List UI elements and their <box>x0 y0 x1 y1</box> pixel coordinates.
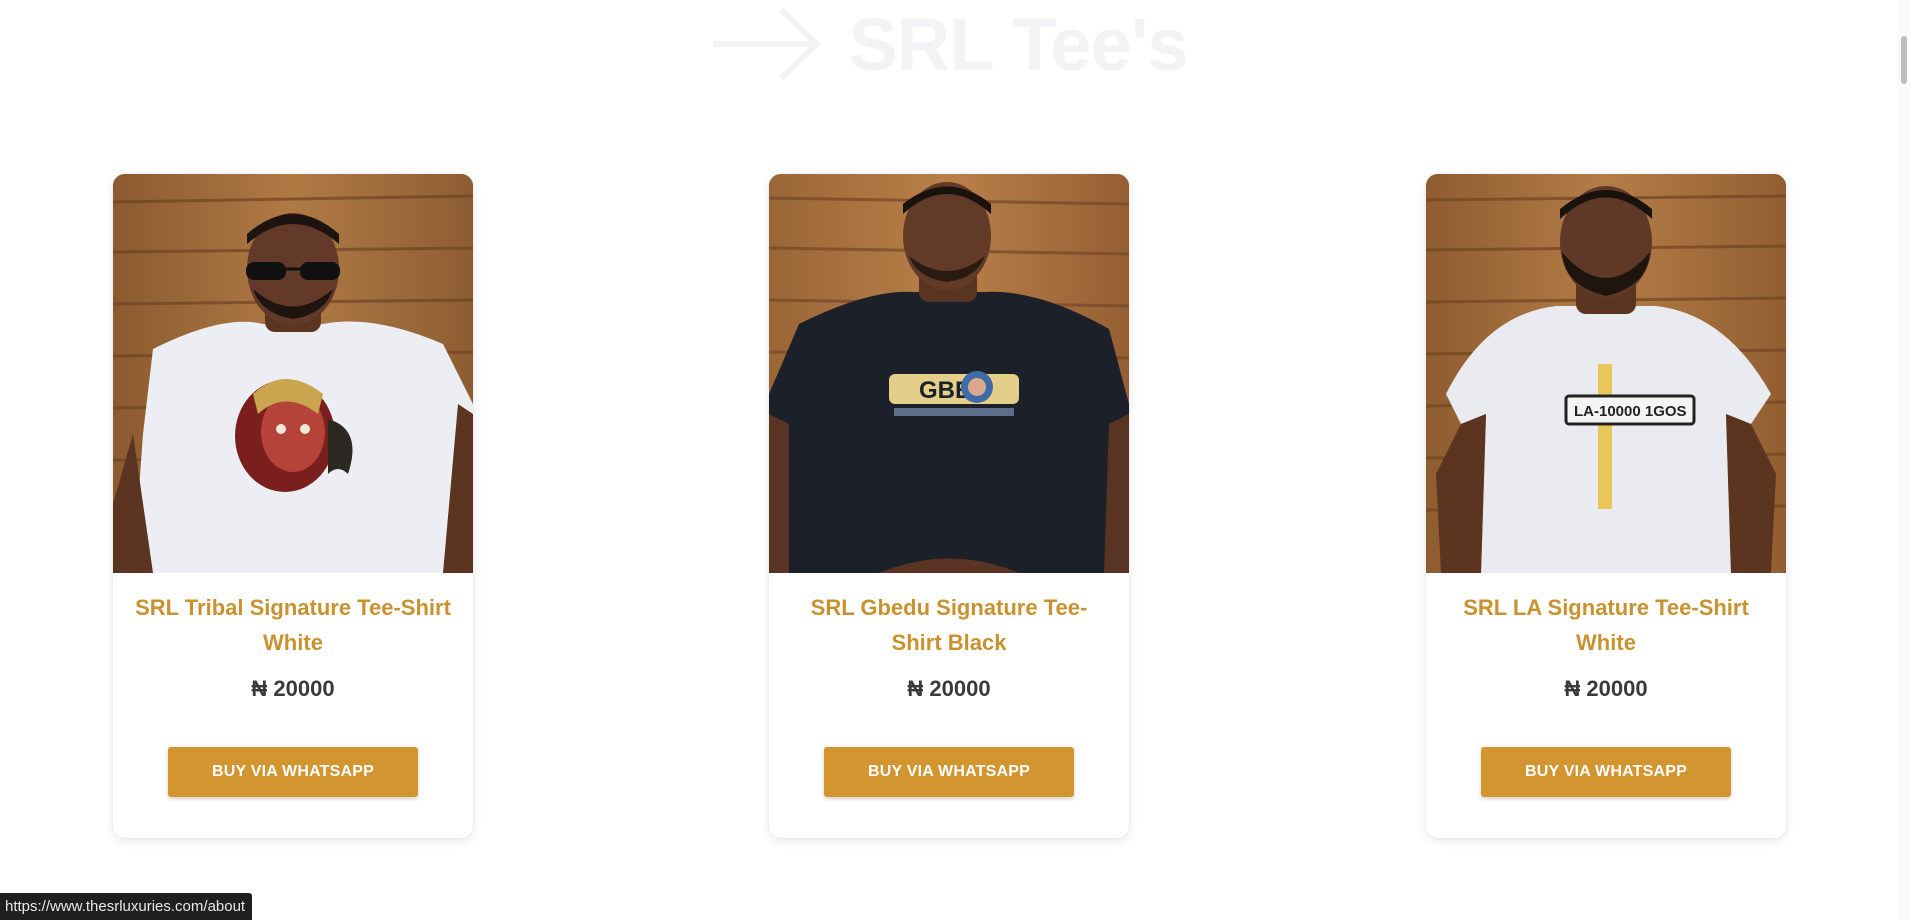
status-bar-url: https://www.thesrluxuries.com/about <box>0 893 253 920</box>
section-title: SRL Tee's <box>848 2 1189 86</box>
product-image[interactable]: GBE <box>769 174 1129 573</box>
product-card-tribal: SRL Tribal Signature Tee-Shirt White ₦ 2… <box>113 174 473 838</box>
scrollbar[interactable] <box>1898 0 1910 920</box>
product-card-la: LA-10000 1GOS SRL LA Signature Tee-Shirt… <box>1426 174 1786 838</box>
section-heading: SRL Tee's <box>0 2 1898 86</box>
buy-via-whatsapp-button[interactable]: BUY VIA WHATSAPP <box>1481 747 1731 797</box>
product-price: ₦ 20000 <box>907 676 991 701</box>
product-image[interactable] <box>113 174 473 573</box>
product-name[interactable]: SRL LA Signature Tee-Shirt White <box>1444 590 1768 660</box>
buy-via-whatsapp-button[interactable]: BUY VIA WHATSAPP <box>824 747 1074 797</box>
product-name[interactable]: SRL Tribal Signature Tee-Shirt White <box>131 590 455 660</box>
product-card-gbedu: GBE SRL Gbedu Signature Tee-Shirt Black … <box>769 174 1129 838</box>
svg-text:LA-10000 1GOS: LA-10000 1GOS <box>1574 403 1687 420</box>
arrow-right-icon <box>712 7 821 81</box>
scrollbar-thumb[interactable] <box>1901 36 1907 84</box>
page: SRL Tee's SRL Tribal Signature Tee-Shirt… <box>0 0 1910 920</box>
product-price: ₦ 20000 <box>251 676 335 701</box>
buy-via-whatsapp-button[interactable]: BUY VIA WHATSAPP <box>168 747 418 797</box>
product-name[interactable]: SRL Gbedu Signature Tee-Shirt Black <box>787 590 1111 660</box>
product-image[interactable]: LA-10000 1GOS <box>1426 174 1786 573</box>
product-price: ₦ 20000 <box>1564 676 1648 701</box>
